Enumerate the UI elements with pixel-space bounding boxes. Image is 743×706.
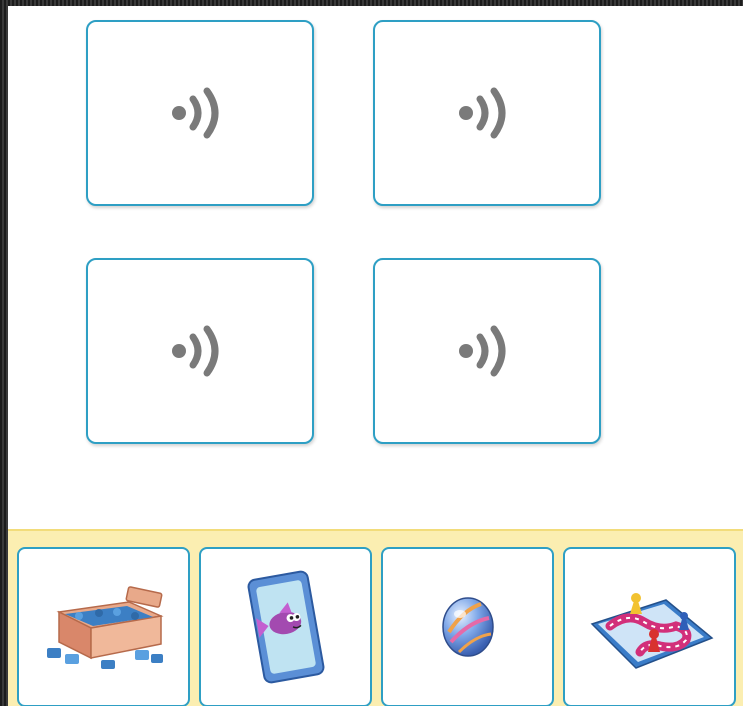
choice-card-puzzle[interactable]	[17, 547, 190, 706]
screen-frame	[0, 0, 743, 706]
marble-icon	[441, 597, 494, 657]
sound-card-4[interactable]	[373, 258, 601, 444]
sound-card-1[interactable]	[86, 20, 314, 206]
speaker-sound-icon	[172, 325, 219, 377]
choice-card-fish[interactable]	[199, 547, 372, 706]
choice-card-board-game[interactable]	[563, 547, 736, 706]
speaker-sound-icon	[172, 87, 219, 139]
fish-card-icon	[247, 570, 324, 684]
sound-card-3[interactable]	[86, 258, 314, 444]
jigsaw-puzzle-box-icon	[46, 586, 164, 669]
sound-card-grid	[8, 6, 743, 531]
sound-card-2[interactable]	[373, 20, 601, 206]
activity-stage	[8, 6, 743, 706]
speaker-sound-icon	[459, 325, 506, 377]
game-pawn-yellow	[629, 593, 642, 614]
answer-tray	[8, 529, 743, 706]
speaker-sound-icon	[459, 87, 506, 139]
choice-card-marble[interactable]	[381, 547, 554, 706]
board-game-icon	[590, 593, 713, 669]
